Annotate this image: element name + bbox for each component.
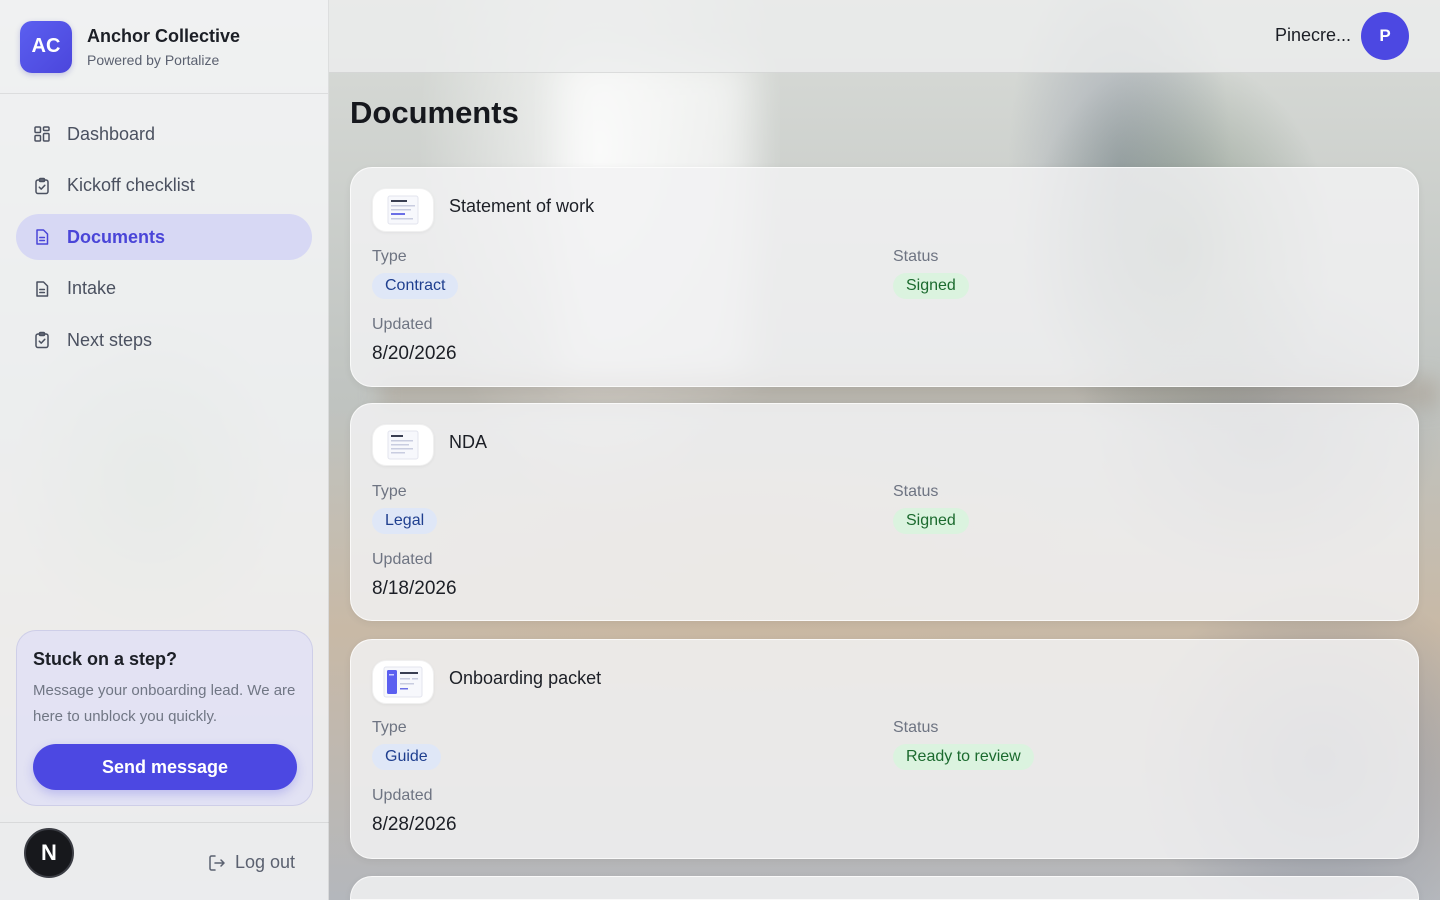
type-badge: Legal <box>372 508 438 534</box>
document-thumbnail-icon <box>372 188 434 232</box>
document-card[interactable]: NDA Type Legal Status Signed Updated 8/1… <box>350 403 1419 621</box>
guide-thumbnail-icon <box>372 660 434 704</box>
sidebar-footer: N Log out <box>0 822 329 900</box>
clipboard-check-icon <box>33 331 51 349</box>
logout-button[interactable]: Log out <box>207 852 295 873</box>
document-card[interactable] <box>350 876 1419 900</box>
type-badge: Contract <box>372 273 459 299</box>
document-card[interactable]: Onboarding packet Type Guide Status Read… <box>350 639 1419 859</box>
type-label: Type <box>372 248 407 265</box>
help-card-title: Stuck on a step? <box>33 649 178 669</box>
help-card: Stuck on a step? Message your onboarding… <box>16 630 313 806</box>
dashboard-grid-icon <box>33 125 51 143</box>
dev-tools-badge[interactable]: N <box>24 828 74 878</box>
brand-logo[interactable]: AC <box>20 20 72 73</box>
sidebar-item-label: Kickoff checklist <box>67 175 195 195</box>
brand-header: AC Anchor Collective Powered by Portaliz… <box>0 0 328 94</box>
send-message-button[interactable]: Send message <box>33 744 297 790</box>
status-badge: Ready to review <box>893 744 1034 770</box>
sidebar-item-label: Intake <box>67 278 117 298</box>
sidebar: AC Anchor Collective Powered by Portaliz… <box>0 0 329 900</box>
brand-powered-by: Powered by Portalize <box>87 51 220 68</box>
updated-label: Updated <box>372 551 433 568</box>
document-title: Onboarding packet <box>449 668 602 688</box>
sidebar-item-kickoff-checklist[interactable]: Kickoff checklist <box>16 163 312 209</box>
status-label: Status <box>893 719 939 736</box>
document-thumbnail-icon <box>372 424 434 466</box>
document-icon <box>33 280 51 298</box>
logout-label: Log out <box>235 852 296 872</box>
document-icon <box>33 228 51 246</box>
document-card[interactable]: Statement of work Type Contract Status S… <box>350 167 1419 387</box>
type-badge: Guide <box>372 744 441 770</box>
sidebar-item-documents[interactable]: Documents <box>16 214 312 260</box>
status-label: Status <box>893 248 939 265</box>
document-title: Statement of work <box>449 196 595 216</box>
status-badge: Signed <box>893 508 969 534</box>
sidebar-item-intake[interactable]: Intake <box>16 266 312 312</box>
type-label: Type <box>372 483 407 500</box>
help-card-text: Message your onboarding lead. We are her… <box>33 682 296 725</box>
page-title: Documents <box>350 95 519 130</box>
sidebar-item-dashboard[interactable]: Dashboard <box>16 111 312 157</box>
updated-date: 8/28/2026 <box>372 814 457 835</box>
type-label: Type <box>372 719 407 736</box>
updated-label: Updated <box>372 787 433 804</box>
sidebar-item-label: Next steps <box>67 329 153 350</box>
sidebar-item-label: Dashboard <box>67 123 156 144</box>
user-name[interactable]: Pinecre... <box>1275 25 1351 46</box>
sidebar-item-next-steps[interactable]: Next steps <box>16 317 312 363</box>
sidebar-item-label: Documents <box>67 226 166 247</box>
updated-date: 8/18/2026 <box>372 578 457 599</box>
updated-label: Updated <box>372 316 433 333</box>
document-title: NDA <box>449 432 488 452</box>
clipboard-check-icon <box>33 177 51 195</box>
sidebar-nav: Dashboard Kickoff checklist Documents In… <box>0 94 328 363</box>
status-badge: Signed <box>893 273 969 299</box>
logout-icon <box>207 853 227 873</box>
brand-name: Anchor Collective <box>87 25 241 46</box>
updated-date: 8/20/2026 <box>372 343 457 364</box>
status-label: Status <box>893 483 939 500</box>
top-bar: Pinecre... P <box>329 0 1440 73</box>
avatar[interactable]: P <box>1361 12 1409 60</box>
